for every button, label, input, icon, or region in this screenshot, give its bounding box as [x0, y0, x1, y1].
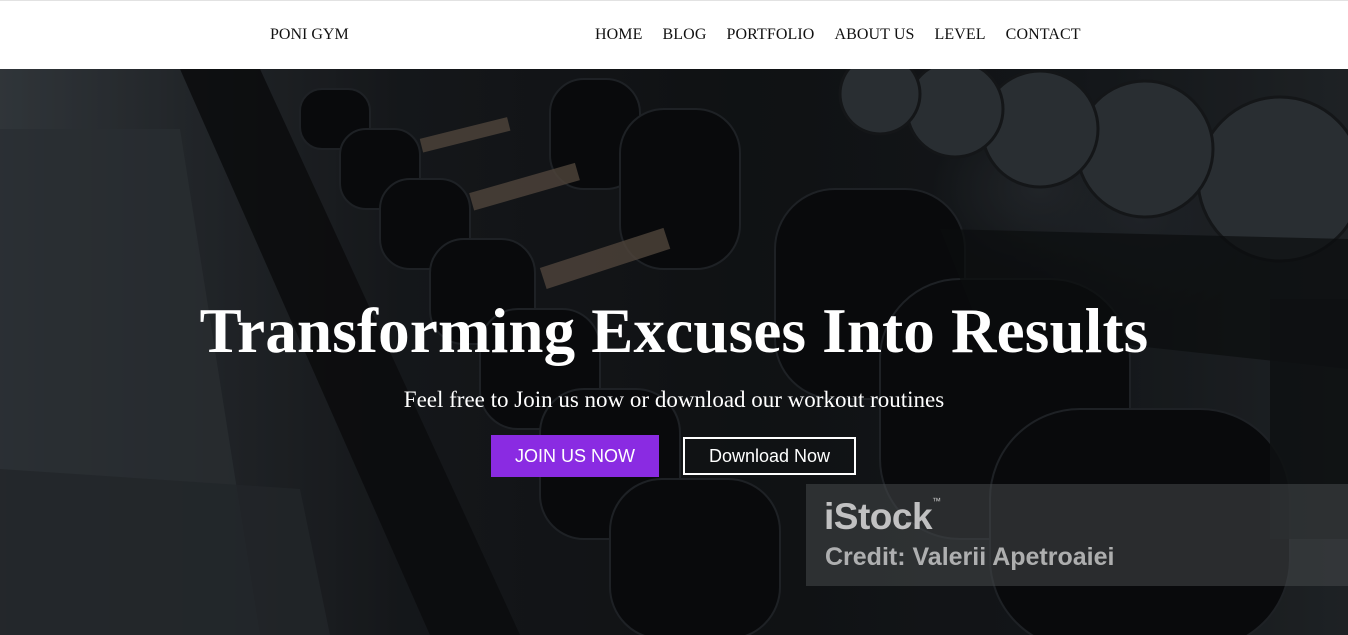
nav-link-home[interactable]: HOME — [595, 26, 643, 43]
nav-link-level[interactable]: LEVEL — [935, 26, 986, 43]
hero-title: Transforming Excuses Into Results — [199, 296, 1149, 366]
navbar: PONI GYM HOME BLOG PORTFOLIO ABOUT US LE… — [0, 0, 1348, 69]
join-us-now-button[interactable]: JOIN US NOW — [491, 435, 659, 477]
nav-link-blog[interactable]: BLOG — [663, 26, 707, 43]
nav-links: HOME BLOG PORTFOLIO ABOUT US LEVEL CONTA… — [595, 26, 1081, 44]
nav-link-contact[interactable]: CONTACT — [1006, 26, 1081, 43]
download-now-button[interactable]: Download Now — [683, 437, 856, 475]
hero-section: Transforming Excuses Into Results Feel f… — [0, 69, 1348, 635]
nav-link-portfolio[interactable]: PORTFOLIO — [726, 26, 814, 43]
istock-logo-text: iStock — [824, 496, 933, 537]
nav-link-about-us[interactable]: ABOUT US — [834, 26, 914, 43]
hero-subtitle: Feel free to Join us now or download our… — [403, 387, 945, 412]
brand-logo[interactable]: PONI GYM — [270, 26, 349, 44]
istock-logo: iStock™ — [824, 496, 941, 538]
trademark-symbol: ™ — [932, 496, 941, 506]
istock-watermark: iStock™ Credit: Valerii Apetroaiei — [806, 484, 1348, 586]
photo-credit: Credit: Valerii Apetroaiei — [825, 543, 1115, 571]
